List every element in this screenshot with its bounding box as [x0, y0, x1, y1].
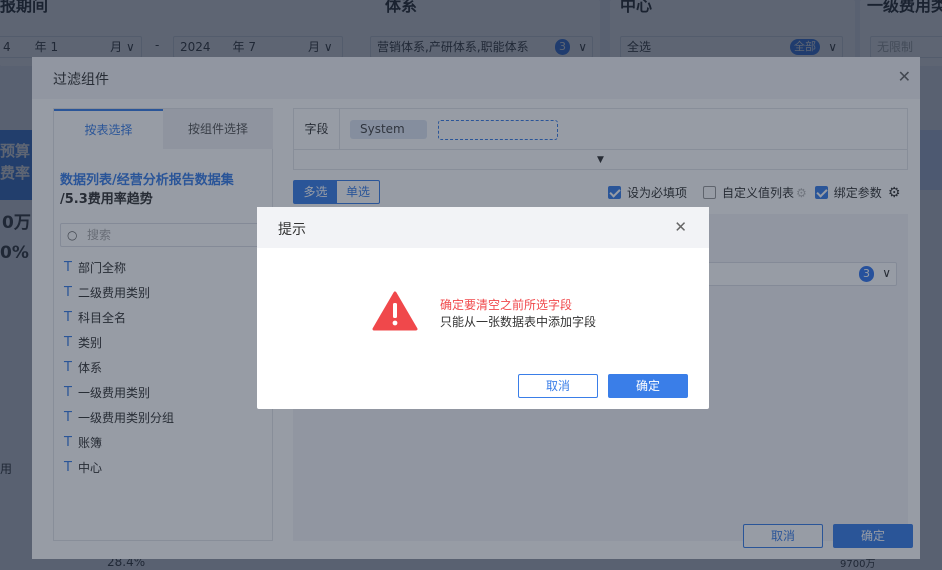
- alert-header: 提示 ✕: [257, 207, 709, 248]
- alert-title: 提示: [278, 222, 306, 238]
- alert-dialog: 提示 ✕ 确定要清空之前所选字段 只能从一张数据表中添加字段 取消 确定: [257, 207, 709, 409]
- alert-cancel-button[interactable]: 取消: [518, 374, 598, 398]
- close-icon[interactable]: ✕: [674, 218, 687, 236]
- alert-message-warning: 确定要清空之前所选字段: [440, 298, 573, 312]
- warning-icon: [372, 291, 418, 331]
- alert-message: 只能从一张数据表中添加字段: [440, 315, 597, 329]
- alert-confirm-button[interactable]: 确定: [608, 374, 688, 398]
